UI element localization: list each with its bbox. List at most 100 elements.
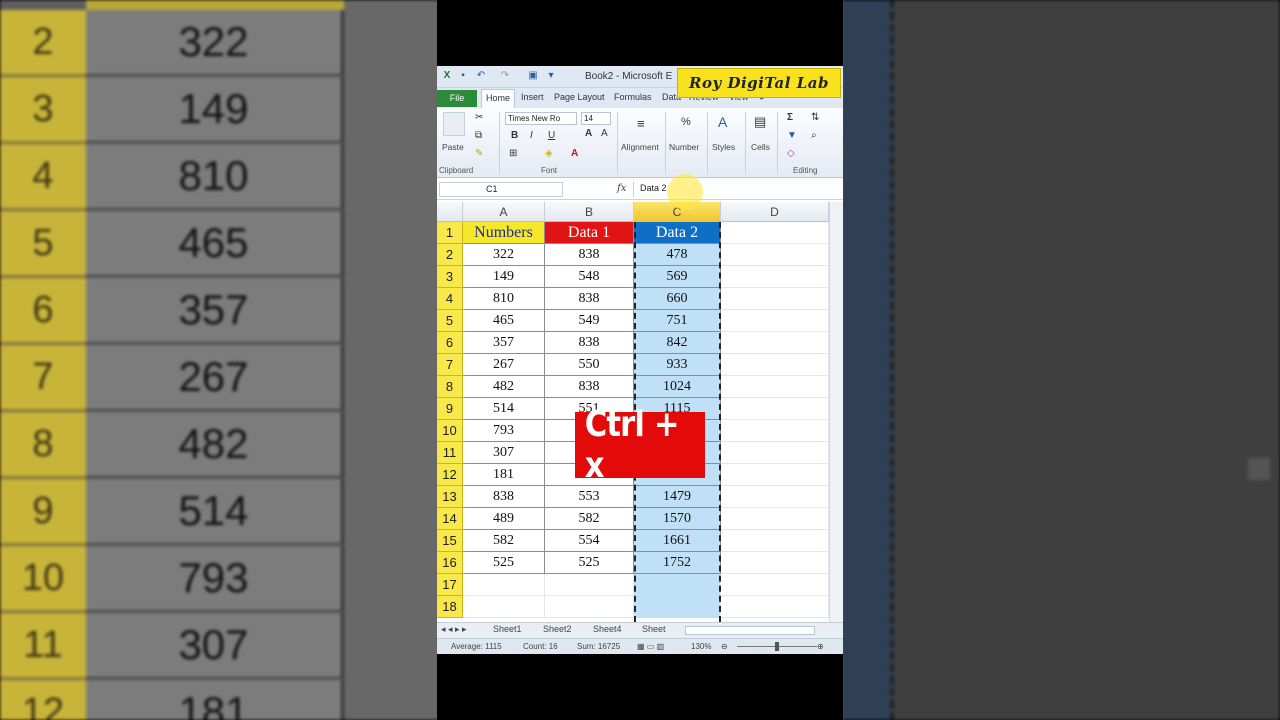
empty-cell[interactable] (721, 332, 829, 354)
empty-cell[interactable] (721, 442, 829, 464)
empty-cell[interactable] (463, 574, 545, 596)
select-all-corner[interactable] (437, 202, 463, 222)
empty-cell[interactable] (545, 596, 634, 618)
table-cell[interactable]: 307 (463, 442, 545, 464)
table-cell[interactable]: 267 (463, 354, 545, 376)
table-cell[interactable]: 478 (634, 244, 721, 266)
table-cell[interactable]: 838 (545, 376, 634, 398)
alignment-label[interactable]: Alignment (621, 142, 659, 152)
italic-icon[interactable]: I (530, 130, 533, 141)
table-cell[interactable]: 660 (634, 288, 721, 310)
table-cell[interactable]: 181 (463, 464, 545, 486)
table-cell[interactable]: 838 (545, 244, 634, 266)
header-cell-a[interactable]: Numbers (463, 222, 545, 244)
fill-icon[interactable]: ▼ (787, 130, 797, 141)
table-cell[interactable]: 793 (463, 420, 545, 442)
page-view-icons[interactable]: ▦ ▭ ▥ (637, 642, 664, 651)
tab-sheet4[interactable]: Sheet4 (593, 624, 622, 634)
zoom-out-icon[interactable]: ⊖ (721, 642, 728, 651)
table-cell[interactable]: 1661 (634, 530, 721, 552)
column-header-b[interactable]: B (545, 202, 634, 222)
row-header[interactable]: 3 (437, 266, 463, 288)
grow-font-icon[interactable]: A (585, 128, 592, 139)
empty-cell[interactable] (721, 244, 829, 266)
table-cell[interactable]: 810 (463, 288, 545, 310)
table-cell[interactable]: 322 (463, 244, 545, 266)
empty-cell[interactable] (721, 464, 829, 486)
table-cell[interactable]: 751 (634, 310, 721, 332)
sort-filter-icon[interactable]: ⇅ (811, 112, 819, 123)
table-cell[interactable]: 514 (463, 398, 545, 420)
table-cell[interactable]: 1570 (634, 508, 721, 530)
customize-qat-icon[interactable]: ▾ (545, 70, 557, 82)
table-cell[interactable]: 838 (545, 288, 634, 310)
table-cell[interactable]: 550 (545, 354, 634, 376)
table-cell[interactable]: 582 (463, 530, 545, 552)
tab-page-layout[interactable]: Page Layout (554, 92, 605, 102)
zoom-slider-thumb[interactable] (775, 642, 779, 651)
empty-cell[interactable] (634, 574, 721, 596)
empty-cell[interactable] (721, 288, 829, 310)
row-header[interactable]: 13 (437, 486, 463, 508)
paste-icon[interactable] (443, 112, 465, 136)
row-header[interactable]: 4 (437, 288, 463, 310)
table-cell[interactable]: 582 (545, 508, 634, 530)
table-cell[interactable]: 933 (634, 354, 721, 376)
formula-input[interactable]: Data 2 (633, 182, 833, 197)
table-cell[interactable]: 842 (634, 332, 721, 354)
row-header[interactable]: 1 (437, 222, 463, 244)
row-header[interactable]: 10 (437, 420, 463, 442)
undo-icon[interactable]: ↶ (475, 70, 487, 82)
row-header[interactable]: 9 (437, 398, 463, 420)
header-cell-b[interactable]: Data 1 (545, 222, 634, 244)
empty-cell[interactable] (721, 574, 829, 596)
empty-cell[interactable] (721, 552, 829, 574)
column-header-a[interactable]: A (463, 202, 545, 222)
empty-cell[interactable] (721, 530, 829, 552)
redo-icon[interactable]: ↷ (499, 70, 511, 82)
insert-function-icon[interactable]: fx (617, 183, 626, 194)
empty-cell[interactable] (721, 266, 829, 288)
percent-icon[interactable]: % (681, 116, 691, 128)
header-cell-c[interactable]: Data 2 (634, 222, 721, 244)
row-header[interactable]: 11 (437, 442, 463, 464)
empty-cell[interactable] (721, 310, 829, 332)
table-cell[interactable]: 357 (463, 332, 545, 354)
row-header[interactable]: 8 (437, 376, 463, 398)
table-cell[interactable]: 149 (463, 266, 545, 288)
table-cell[interactable]: 569 (634, 266, 721, 288)
tab-insert[interactable]: Insert (521, 92, 544, 102)
table-cell[interactable]: 1024 (634, 376, 721, 398)
zoom-level[interactable]: 130% (691, 642, 711, 651)
table-cell[interactable]: 548 (545, 266, 634, 288)
row-header[interactable]: 6 (437, 332, 463, 354)
empty-cell[interactable] (634, 596, 721, 618)
empty-cell[interactable] (721, 354, 829, 376)
row-header[interactable]: 12 (437, 464, 463, 486)
table-cell[interactable]: 489 (463, 508, 545, 530)
borders-icon[interactable]: ⊞ (509, 148, 517, 159)
fill-color-icon[interactable]: ◈ (545, 148, 553, 159)
font-name-box[interactable]: Times New Ro (505, 112, 577, 125)
autosum-icon[interactable]: Σ (787, 112, 793, 123)
tab-sheet1[interactable]: Sheet1 (493, 624, 522, 634)
horizontal-scrollbar[interactable] (685, 626, 815, 635)
styles-label[interactable]: Styles (712, 142, 735, 152)
tab-file[interactable]: File (437, 90, 477, 107)
empty-cell[interactable] (721, 596, 829, 618)
tab-sheet[interactable]: Sheet (642, 624, 666, 634)
styles-icon[interactable]: A (718, 114, 727, 130)
cells-label[interactable]: Cells (751, 142, 770, 152)
number-label[interactable]: Number (669, 142, 699, 152)
empty-cell[interactable] (545, 574, 634, 596)
column-header-d[interactable]: D (721, 202, 829, 222)
row-header[interactable]: 17 (437, 574, 463, 596)
empty-cell[interactable] (721, 398, 829, 420)
row-header[interactable]: 18 (437, 596, 463, 618)
tab-home[interactable]: Home (481, 89, 515, 108)
vertical-scrollbar[interactable] (829, 202, 843, 622)
row-header[interactable]: 14 (437, 508, 463, 530)
tab-sheet2[interactable]: Sheet2 (543, 624, 572, 634)
table-cell[interactable]: 482 (463, 376, 545, 398)
table-cell[interactable]: 465 (463, 310, 545, 332)
